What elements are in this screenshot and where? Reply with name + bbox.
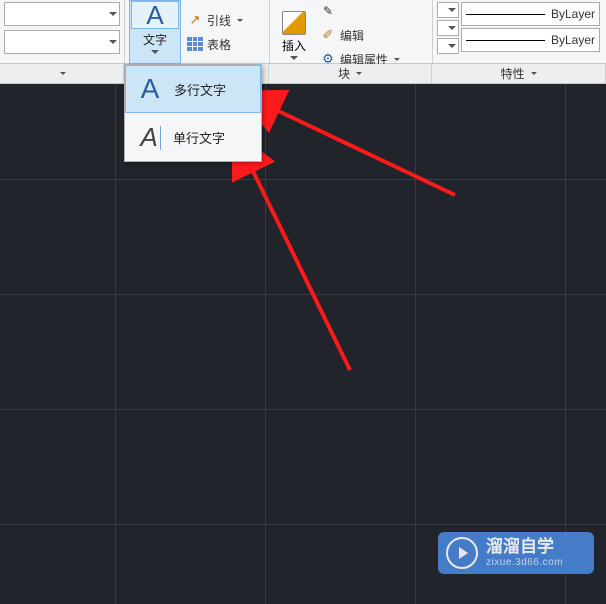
leader-icon: ↗ [187, 12, 203, 28]
chevron-down-icon [448, 8, 456, 12]
left-dropdown-stack [0, 0, 124, 63]
chevron-down-icon [109, 40, 117, 44]
insert-label: 插入 [282, 37, 306, 54]
watermark-badge: 溜溜自学 zixue.3d66.com [438, 532, 594, 574]
watermark-title: 溜溜自学 [486, 538, 563, 557]
text-panel: A 文字 ↗ 引线 表格 [125, 0, 269, 63]
leader-button[interactable]: ↗ 引线 [183, 9, 247, 31]
left-footer-cell[interactable] [0, 64, 124, 83]
singleline-text-item[interactable]: A 单行文字 [125, 113, 261, 161]
create-block-button[interactable]: ✎ [316, 0, 428, 22]
chevron-down-icon [448, 26, 456, 30]
table-button[interactable]: 表格 [183, 33, 247, 55]
ribbon-footer-row: 块 特性 [0, 64, 606, 84]
edit-label: 编辑 [340, 27, 364, 44]
text-tool-button[interactable]: A 文字 [129, 0, 181, 64]
layer-combo-2[interactable] [4, 30, 120, 54]
watermark-sub: zixue.3d66.com [486, 557, 563, 568]
bylayer-line-1[interactable]: ByLayer [461, 2, 600, 26]
text-tool-label: 文字 [143, 31, 167, 48]
block-panel-title[interactable]: 块 [269, 64, 432, 83]
text-sub-tools: ↗ 引线 表格 [181, 0, 247, 64]
grid-lines [0, 84, 606, 604]
chevron-down-icon [151, 50, 159, 54]
chevron-down-icon [394, 58, 400, 61]
line-sample-icon [466, 40, 545, 41]
create-icon: ✎ [320, 3, 336, 19]
singleline-text-icon: A [133, 119, 165, 155]
multiline-text-item[interactable]: A 多行文字 [125, 65, 261, 113]
block-sub-tools: ✎ ✐ 编辑 ⚙ 编辑属性 [314, 0, 428, 70]
drawing-canvas[interactable] [0, 84, 606, 604]
insert-button[interactable]: 插入 [274, 0, 314, 70]
multiline-text-label: 多行文字 [174, 80, 226, 99]
leader-label: 引线 [207, 12, 231, 29]
linetype-combo[interactable] [437, 20, 459, 36]
properties-panel: ByLayer ByLayer [433, 0, 606, 63]
chevron-down-icon [237, 19, 243, 22]
chevron-down-icon [356, 72, 362, 75]
lineweight-combo[interactable] [437, 2, 459, 18]
text-a-icon: A [131, 1, 179, 29]
singleline-text-label: 单行文字 [173, 128, 225, 147]
chevron-down-icon [448, 44, 456, 48]
chevron-down-icon [60, 72, 66, 75]
layer-combo-1[interactable] [4, 2, 120, 26]
bylayer-label: ByLayer [551, 33, 595, 47]
bylayer-line-2[interactable]: ByLayer [461, 28, 600, 52]
color-combo[interactable] [437, 38, 459, 54]
props-footer-label: 特性 [500, 65, 524, 82]
chevron-down-icon [109, 12, 117, 16]
edit-block-button[interactable]: ✐ 编辑 [316, 24, 428, 46]
table-label: 表格 [207, 36, 231, 53]
block-footer-label: 块 [338, 65, 350, 82]
ribbon: A 文字 ↗ 引线 表格 [0, 0, 606, 64]
block-panel: 插入 ✎ ✐ 编辑 ⚙ 编辑属性 [270, 0, 432, 63]
chevron-down-icon [290, 56, 298, 60]
table-icon [187, 36, 203, 52]
line-sample-icon [466, 14, 545, 15]
watermark-logo-icon [446, 537, 478, 569]
text-dropdown-menu: A 多行文字 A 单行文字 [124, 64, 262, 162]
edit-icon: ✐ [320, 27, 336, 43]
bylayer-label: ByLayer [551, 7, 595, 21]
chevron-down-icon [531, 72, 537, 75]
props-panel-title[interactable]: 特性 [432, 64, 606, 83]
insert-icon [282, 11, 306, 35]
multiline-text-icon: A [134, 71, 166, 107]
